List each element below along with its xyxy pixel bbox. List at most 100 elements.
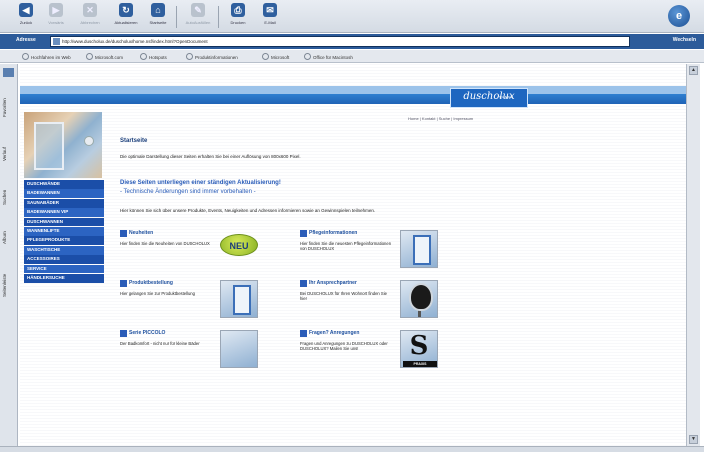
intro-text: Die optimale Darstellung dieser Seiten e…: [120, 154, 301, 159]
forward-button[interactable]: ▶ Vorwärts: [42, 3, 70, 31]
email-label: E-Mail: [264, 20, 276, 25]
url-input[interactable]: http://www.duscholux.de/duscholux/home.n…: [50, 36, 630, 47]
new-badge: NEU: [220, 234, 258, 256]
url-text: http://www.duscholux.de/duscholux/home.n…: [62, 39, 208, 44]
bullet-icon: [300, 280, 307, 287]
faucet-knob: [84, 136, 94, 146]
stop-icon: ✕: [83, 3, 97, 17]
refresh-label: Aktualisieren: [114, 20, 138, 25]
explorer-tab-album[interactable]: Album: [2, 220, 15, 256]
printer-icon: ⎙: [231, 3, 245, 17]
nav-item[interactable]: ACCESSOIRES: [24, 255, 104, 264]
explorer-tab-search[interactable]: Suchen: [2, 178, 15, 216]
tile-title[interactable]: Produktbestellung: [129, 280, 173, 286]
address-bar: Adresse http://www.duscholux.de/duscholu…: [0, 34, 704, 49]
status-bar: [0, 446, 704, 452]
link-item[interactable]: Microsoft.com: [86, 53, 123, 60]
tile-text: Hier finden Sie die Neuheiten von DUSCHO…: [120, 241, 210, 246]
refresh-button[interactable]: ↻ Aktualisieren: [112, 3, 140, 31]
duscholux-logo[interactable]: SCHWEIZ duscholux: [450, 88, 528, 108]
home-button[interactable]: ⌂ Startseite: [144, 3, 172, 31]
vertical-scrollbar[interactable]: ▲ ▼: [686, 64, 700, 446]
tile-title[interactable]: Neuheiten: [129, 230, 153, 236]
header-band-dark: [20, 94, 686, 104]
nav-item[interactable]: HÄNDLERSUCHE: [24, 273, 104, 283]
autofill-icon: ✎: [191, 3, 205, 17]
tile-produktbestellung[interactable]: Produktbestellung Hier gelangen Sie zur …: [120, 280, 270, 324]
nav-item[interactable]: WASCHTISCHE: [24, 245, 104, 255]
shower-head-thumbnail: [400, 280, 438, 318]
update-heading: Diese Seiten unterliegen einer ständigen…: [120, 180, 281, 186]
link-item[interactable]: Hochfahren im Web: [22, 53, 71, 60]
web-page: SCHWEIZ duscholux Home | Kontakt | Suche…: [20, 64, 686, 446]
go-label: Wechseln: [672, 37, 696, 43]
scroll-down-icon[interactable]: ▼: [689, 435, 698, 444]
tile-fragen[interactable]: Fragen? Anregungen Fragen und Anregungen…: [300, 330, 450, 374]
back-button[interactable]: ◀ Zurück: [12, 3, 40, 31]
back-arrow-icon: ◀: [19, 3, 33, 17]
tile-neuheiten[interactable]: Neuheiten Hier finden Sie die Neuheiten …: [120, 230, 270, 274]
links-bar: Hochfahren im Web Microsoft.com Hotspots…: [0, 50, 704, 63]
link-item[interactable]: Office für Macintosh: [304, 53, 353, 60]
tile-title[interactable]: Fragen? Anregungen: [309, 330, 359, 336]
explorer-tab-history[interactable]: Verlauf: [2, 134, 15, 174]
nav-item[interactable]: DUSCHWANNEN: [24, 217, 104, 227]
info-text: Hier können Sie sich über unsere Produkt…: [120, 208, 376, 213]
bullet-icon: [300, 230, 307, 237]
bullet-icon: [300, 330, 307, 337]
nav-item[interactable]: PFLEGEPRODUKTE: [24, 236, 104, 246]
tile-ansprechpartner[interactable]: Ihr Ansprechpartner Bei DUSCHOLUX für Ih…: [300, 280, 450, 324]
mail-icon: ✉: [263, 3, 277, 17]
autofill-button[interactable]: ✎ AutoAusfüllen: [184, 3, 212, 31]
header-band-light: [20, 86, 686, 94]
piccolo-thumbnail: [220, 330, 258, 368]
print-label: Drucken: [230, 20, 246, 25]
page-title: Startseite: [120, 138, 148, 144]
site-navigation: DUSCHWÄNDE BADEWANNEN SAUNABÄDER BADEWAN…: [24, 180, 104, 283]
explorer-toggle-icon[interactable]: [3, 68, 14, 77]
toolbar-separator: [218, 6, 219, 28]
forward-arrow-icon: ▶: [49, 3, 63, 17]
home-label: Startseite: [149, 20, 167, 25]
nav-item[interactable]: BADEWANNEN: [24, 189, 104, 199]
stop-button[interactable]: ✕ Abbrechen: [76, 3, 104, 31]
tile-text: Der Badkomfort - nicht nur für kleine Bä…: [120, 341, 200, 346]
go-button[interactable]: Wechseln: [636, 37, 700, 46]
nav-item[interactable]: SERVICE: [24, 264, 104, 274]
scroll-up-icon[interactable]: ▲: [689, 66, 698, 75]
link-item[interactable]: Produktinformationen: [186, 53, 238, 60]
tile-piccolo[interactable]: Serie PICCOLO Der Badkomfort - nicht nur…: [120, 330, 270, 374]
tile-title[interactable]: Pflegeinformationen: [309, 230, 357, 236]
print-button[interactable]: ⎙ Drucken: [224, 3, 252, 31]
nav-item[interactable]: DUSCHWÄNDE: [24, 180, 104, 189]
logo-tag: SCHWEIZ: [499, 95, 513, 99]
s-logo-letter: S: [409, 331, 429, 361]
tile-pflege[interactable]: Pflegeinformationen Hier finden Sie die …: [300, 230, 450, 274]
forward-label: Vorwärts: [48, 20, 64, 25]
nav-item[interactable]: WANNENLIFTE: [24, 226, 104, 236]
bullet-icon: [120, 330, 127, 337]
browser-logo-icon: e: [668, 5, 690, 27]
explorer-tab-sidebar[interactable]: Seitenleiste: [2, 260, 15, 310]
s-logo-thumbnail: S PRAXIS: [400, 330, 438, 368]
tile-title[interactable]: Serie PICCOLO: [129, 330, 165, 336]
explorer-tab-favorites[interactable]: Favoriten: [2, 86, 15, 130]
autofill-label: AutoAusfüllen: [185, 20, 211, 25]
nav-item[interactable]: BADEWANNEN VIP: [24, 208, 104, 217]
explorer-bar: Favoriten Verlauf Suchen Album Seitenlei…: [0, 64, 18, 446]
bullet-icon: [120, 280, 127, 287]
tile-text: Hier gelangen Sie zur Produktbestellung: [120, 291, 195, 296]
top-navigation[interactable]: Home | Kontakt | Suche | Impressum: [408, 116, 473, 121]
nav-item[interactable]: SAUNABÄDER: [24, 198, 104, 208]
stop-label: Abbrechen: [80, 20, 100, 25]
back-label: Zurück: [19, 20, 33, 25]
bathtub-thumbnail: [400, 230, 438, 268]
tile-text: Fragen und Anregungen zu DUSCHOLUX oder …: [300, 341, 388, 352]
address-label: Adresse: [16, 37, 36, 43]
page-icon: [53, 38, 60, 45]
tile-text: Bei DUSCHOLUX für Ihren Wohnort finden S…: [300, 291, 387, 302]
link-item[interactable]: Hotspots: [140, 53, 167, 60]
tile-title[interactable]: Ihr Ansprechpartner: [309, 280, 357, 286]
link-item[interactable]: Microsoft: [262, 53, 289, 60]
email-button[interactable]: ✉ E-Mail: [256, 3, 284, 31]
